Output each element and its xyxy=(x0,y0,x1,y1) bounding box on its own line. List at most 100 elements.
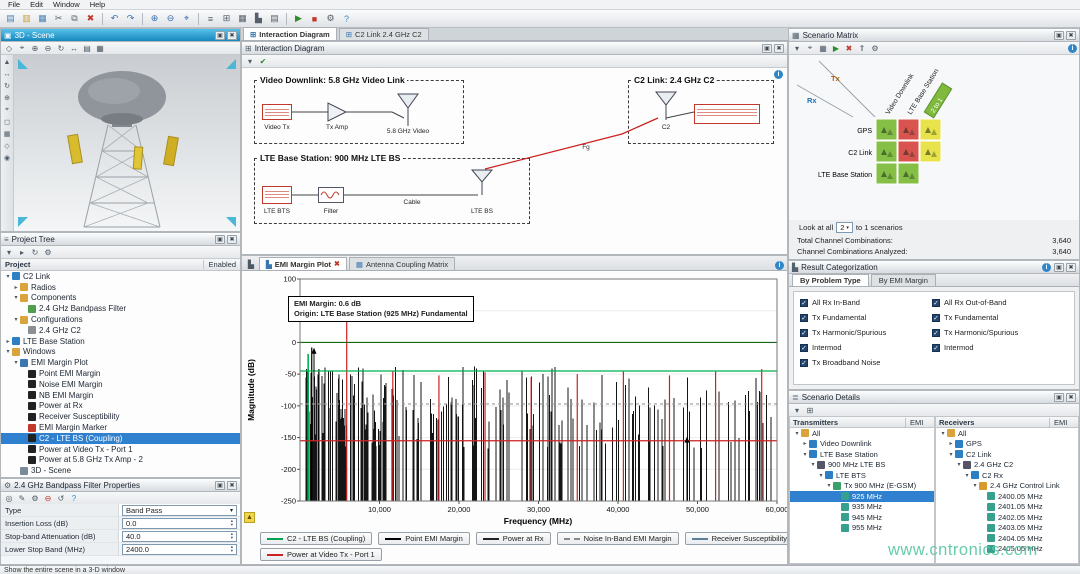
project-tree-item[interactable]: Power at 5.8 GHz Tx Amp - 2 xyxy=(1,455,240,466)
toolbar-interaction-diagram-icon[interactable]: ⊞ xyxy=(219,12,234,26)
close-icon[interactable]: ✖ xyxy=(227,31,237,40)
toolbar-result-table-icon[interactable]: ▤ xyxy=(267,12,282,26)
receivers-tree-item[interactable]: ▾2.4 GHz C2 xyxy=(936,460,1078,471)
spin-down-icon[interactable]: ▾ xyxy=(231,549,233,553)
properties-edit-icon[interactable]: ✎ xyxy=(16,493,28,504)
splitter-handle-icon[interactable]: ▙ xyxy=(245,259,257,270)
receivers-header[interactable]: Receivers EMI xyxy=(936,417,1078,428)
matrix-fit-icon[interactable]: ⌖ xyxy=(804,43,816,54)
scene-wireframe-icon[interactable]: ▤ xyxy=(81,43,93,54)
legend-chip[interactable]: Receiver Susceptibility xyxy=(685,532,788,545)
toolbar-help-icon[interactable]: ? xyxy=(339,12,354,26)
project-tree-item[interactable]: Power at Video Tx - Port 1 xyxy=(1,444,240,455)
project-tree-item[interactable]: ▸Radios xyxy=(1,282,240,293)
transmitters-header[interactable]: Transmitters EMI xyxy=(790,417,934,428)
scene-tool-select-icon[interactable]: ▲ xyxy=(1,57,13,67)
close-icon[interactable]: ✖ xyxy=(334,260,340,268)
project-tree-item[interactable]: Receiver Susceptibility xyxy=(1,411,240,422)
checkbox-checked-icon[interactable]: ✓ xyxy=(932,329,940,337)
expand-icon[interactable]: ▸ xyxy=(12,284,20,291)
project-tree-item[interactable]: ▾Windows xyxy=(1,347,240,358)
project-tree-item[interactable]: Noise EMI Margin xyxy=(1,379,240,390)
filter-checkbox-row[interactable]: ✓Tx Fundamental xyxy=(932,310,1018,325)
receivers-tree-item[interactable]: ▾C2 Rx xyxy=(936,470,1078,481)
collapse-icon[interactable]: ▾ xyxy=(955,461,963,468)
spin-down-icon[interactable]: ▾ xyxy=(231,536,233,540)
scenario-details-titlebar[interactable]: ≣ Scenario Details ▣✖ xyxy=(789,391,1079,404)
checkbox-checked-icon[interactable]: ✓ xyxy=(932,344,940,352)
matrix-grid-icon[interactable]: ▦ xyxy=(817,43,829,54)
collapse-icon[interactable]: ▾ xyxy=(793,430,801,437)
collapse-icon[interactable]: ▾ xyxy=(4,348,12,355)
close-icon[interactable]: ✖ xyxy=(1066,393,1076,402)
project-tree-item[interactable]: Power at Rx xyxy=(1,401,240,412)
close-icon[interactable]: ✖ xyxy=(227,481,237,490)
project-tree-refresh-icon[interactable]: ↻ xyxy=(29,247,41,258)
transmitters-tree-item[interactable]: ▾LTE BTS xyxy=(790,470,934,481)
receivers-tree-item[interactable]: 2403.05 MHz xyxy=(936,523,1078,534)
scenario-count-select[interactable]: 2 ▾ xyxy=(836,222,853,233)
collapse-icon[interactable]: ▾ xyxy=(12,316,20,323)
matrix-cell-r0c0[interactable] xyxy=(876,119,897,140)
toolbar-new-icon[interactable]: ▤ xyxy=(3,12,18,26)
matrix-collapse-icon[interactable]: ▾ xyxy=(791,43,803,54)
matrix-cell-r0c1[interactable] xyxy=(898,119,919,140)
legend-chip[interactable]: Power at Video Tx - Port 1 xyxy=(260,548,382,561)
float-icon[interactable]: ▣ xyxy=(1054,393,1064,402)
diagram-canvas[interactable]: Video Downlink: 5.8 GHz Video Link C2 Li… xyxy=(242,68,787,254)
doc-tab-c2-link[interactable]: ⊞C2 Link 2.4 GHz C2 xyxy=(339,28,429,40)
filter-checkbox-row[interactable]: ✓Tx Broadband Noise xyxy=(800,355,886,370)
scene-tool-front-view-icon[interactable]: ◻ xyxy=(1,117,13,127)
type-select[interactable]: Band Pass▾ xyxy=(122,505,237,516)
checkbox-checked-icon[interactable]: ✓ xyxy=(800,359,808,367)
checkbox-checked-icon[interactable]: ✓ xyxy=(800,314,808,322)
transmitters-tree-item[interactable]: ▾900 MHz LTE BS xyxy=(790,460,934,471)
emi-margin-annotation[interactable]: EMI Margin: 0.6 dB Origin: LTE Base Stat… xyxy=(288,296,474,322)
toolbar-zoom-fit-icon[interactable]: ⌖ xyxy=(179,12,194,26)
toolbar-delete-icon[interactable]: ✖ xyxy=(83,12,98,26)
matrix-cancel-icon[interactable]: ✖ xyxy=(843,43,855,54)
project-tree-item[interactable]: 2.4 GHz Bandpass Filter xyxy=(1,303,240,314)
properties-help-icon[interactable]: ? xyxy=(68,493,80,504)
project-tree-item[interactable]: NB EMI Margin xyxy=(1,390,240,401)
categorization-tab-by-problem-type[interactable]: By Problem Type xyxy=(792,274,869,286)
matrix-export-icon[interactable]: ⇑ xyxy=(856,43,868,54)
plot-help-icon[interactable]: i xyxy=(775,261,784,270)
receivers-tree-item[interactable]: 2402.05 MHz xyxy=(936,512,1078,523)
legend-chip[interactable]: Point EMI Margin xyxy=(378,532,470,545)
scene-zoom-out-icon[interactable]: ⊖ xyxy=(42,43,54,54)
float-icon[interactable]: ▣ xyxy=(1054,31,1064,40)
matrix-cell-r1c1[interactable] xyxy=(898,141,919,162)
details-collapse-icon[interactable]: ▾ xyxy=(791,405,803,416)
video-tx-component[interactable] xyxy=(262,104,292,120)
scene-zoom-in-icon[interactable]: ⊕ xyxy=(29,43,41,54)
expand-icon[interactable]: ▸ xyxy=(4,338,12,345)
filter-component[interactable] xyxy=(318,187,344,203)
categorization-help-icon[interactable]: i xyxy=(1042,263,1051,272)
toolbar-undo-icon[interactable]: ↶ xyxy=(107,12,122,26)
matrix-cell-r1c0[interactable] xyxy=(876,141,897,162)
diagram-validate-icon[interactable]: ✔ xyxy=(257,56,269,67)
project-tree-item[interactable]: 2.4 GHz C2 xyxy=(1,325,240,336)
properties-pin-icon[interactable]: ◎ xyxy=(3,493,15,504)
toolbar-run-analysis-icon[interactable]: ▶ xyxy=(291,12,306,26)
collapse-icon[interactable]: ▾ xyxy=(817,472,825,479)
matrix-cell-r2c0[interactable] xyxy=(876,163,897,184)
matrix-cell-r1c2[interactable] xyxy=(920,141,941,162)
toolbar-zoom-out-icon[interactable]: ⊖ xyxy=(163,12,178,26)
c2-control-link-component[interactable] xyxy=(694,104,760,124)
scene-rotate-icon[interactable]: ↻ xyxy=(55,43,67,54)
filter-checkbox-row[interactable]: ✓Tx Harmonic/Spurious xyxy=(932,325,1018,340)
close-icon[interactable]: ✖ xyxy=(774,44,784,53)
collapse-icon[interactable]: ▾ xyxy=(12,294,20,301)
scene-tool-iso-view-icon[interactable]: ◇ xyxy=(1,141,13,151)
menu-file[interactable]: File xyxy=(3,0,25,9)
categorization-tab-by-emi-margin[interactable]: By EMI Margin xyxy=(871,274,936,286)
scenario-matrix-titlebar[interactable]: ▦ Scenario Matrix ▣✖ xyxy=(789,29,1079,42)
float-icon[interactable]: ▣ xyxy=(215,235,225,244)
matrix-cell-r0c2[interactable] xyxy=(920,119,941,140)
plot-tab-antenna-coupling-matrix[interactable]: ▦Antenna Coupling Matrix xyxy=(349,257,455,270)
result-categorization-titlebar[interactable]: ▙ Result Categorization i▣✖ xyxy=(789,261,1079,274)
matrix-settings-icon[interactable]: ⚙ xyxy=(869,43,881,54)
collapse-icon[interactable]: ▾ xyxy=(809,461,817,468)
